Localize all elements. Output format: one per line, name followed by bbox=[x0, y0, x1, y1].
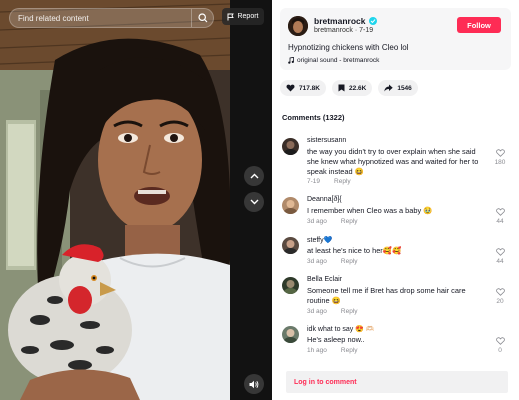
login-to-comment-button[interactable]: Log in to comment bbox=[286, 371, 508, 393]
post-caption: Hypnotizing chickens with Cleo lol bbox=[288, 43, 409, 52]
comment-text: I remember when Cleo was a baby 🥹 bbox=[307, 206, 433, 215]
comment-date: 3d ago bbox=[307, 258, 327, 265]
comment-meta: 7-19 Reply bbox=[307, 178, 351, 185]
reply-button[interactable]: Reply bbox=[341, 308, 358, 315]
sound-label: original sound - bretmanrock bbox=[297, 57, 380, 64]
chevron-up-icon bbox=[250, 173, 258, 179]
video-player[interactable]: Report bbox=[0, 0, 272, 400]
search-button[interactable] bbox=[191, 9, 213, 27]
comment-text: Someone tell me if Bret has drop some ha… bbox=[307, 286, 466, 305]
author-avatar[interactable] bbox=[288, 16, 308, 36]
reply-button[interactable]: Reply bbox=[341, 258, 358, 265]
comments-header: Comments (1322) bbox=[282, 113, 345, 122]
comment-item: steffy💙 at least he's nice to her🥰🥰 3d a… bbox=[282, 236, 512, 270]
avatar-image bbox=[288, 16, 308, 36]
share-count: 1546 bbox=[397, 84, 412, 92]
verified-icon bbox=[368, 17, 377, 25]
speaker-icon bbox=[249, 380, 259, 388]
search-input[interactable] bbox=[18, 13, 178, 23]
previous-video-button[interactable] bbox=[244, 166, 264, 186]
music-note-icon bbox=[288, 57, 294, 64]
reply-button[interactable]: Reply bbox=[341, 347, 358, 354]
report-button[interactable]: Report bbox=[222, 8, 264, 25]
reply-button[interactable]: Reply bbox=[334, 178, 351, 185]
comment-username[interactable]: idk what to say 😍 🫶🏻 bbox=[307, 325, 375, 333]
comment-text: at least he's nice to her🥰🥰 bbox=[307, 246, 402, 255]
save-button[interactable]: 22.6K bbox=[331, 80, 373, 96]
comment-like-count: 44 bbox=[496, 218, 504, 225]
flag-icon bbox=[227, 13, 235, 20]
heart-outline-icon bbox=[495, 288, 505, 296]
next-video-button[interactable] bbox=[244, 192, 264, 212]
comment-meta: 3d ago Reply bbox=[307, 218, 358, 225]
share-arrow-icon bbox=[384, 84, 394, 92]
comment-meta: 3d ago Reply bbox=[307, 258, 358, 265]
comment-like-count: 180 bbox=[494, 159, 506, 166]
comment-like-count: 20 bbox=[496, 298, 504, 305]
author-handle: bretmanrock bbox=[314, 27, 353, 34]
author-card: bretmanrock bretmanrock · 7-19 Follow Hy… bbox=[280, 8, 511, 70]
like-button[interactable]: 717.8K bbox=[280, 80, 326, 96]
action-bar: 717.8K 22.6K 1546 bbox=[280, 80, 418, 96]
reply-button[interactable]: Reply bbox=[341, 218, 358, 225]
comment-avatar[interactable] bbox=[282, 326, 299, 343]
comment-username[interactable]: steffy💙 bbox=[307, 236, 332, 244]
comment-like-count: 44 bbox=[496, 258, 504, 265]
comment-avatar[interactable] bbox=[282, 277, 299, 294]
comment-date: 3d ago bbox=[307, 218, 327, 225]
comment-username[interactable]: sistersusann bbox=[307, 137, 346, 144]
comment-like-button[interactable]: 44 bbox=[490, 248, 510, 265]
heart-outline-icon bbox=[495, 337, 505, 345]
heart-outline-icon bbox=[495, 149, 505, 157]
like-count: 717.8K bbox=[299, 84, 320, 92]
comment-date: 7-19 bbox=[307, 178, 321, 185]
comment-avatar[interactable] bbox=[282, 237, 299, 254]
video-frame bbox=[0, 0, 230, 400]
comment-text: the way you didn't try to over explain w… bbox=[307, 147, 479, 176]
comment-username[interactable]: Deanna[ð]{ bbox=[307, 196, 342, 203]
comment-like-count: 0 bbox=[498, 347, 502, 354]
post-date: 7-19 bbox=[359, 27, 374, 34]
report-label: Report bbox=[237, 13, 259, 20]
comment-like-button[interactable]: 180 bbox=[490, 149, 510, 166]
author-meta: bretmanrock · 7-19 bbox=[314, 27, 373, 34]
chevron-down-icon bbox=[250, 199, 258, 205]
comment-meta: 1h ago Reply bbox=[307, 347, 358, 354]
comment-item: Deanna[ð]{ I remember when Cleo was a ba… bbox=[282, 196, 512, 230]
comment-text: He's asleep now.. bbox=[307, 335, 365, 344]
sound-link[interactable]: original sound - bretmanrock bbox=[288, 57, 379, 64]
comment-date: 3d ago bbox=[307, 308, 327, 315]
comment-item: idk what to say 😍 🫶🏻 He's asleep now.. 1… bbox=[282, 325, 512, 359]
comment-date: 1h ago bbox=[307, 347, 327, 354]
author-username[interactable]: bretmanrock bbox=[314, 16, 366, 26]
comment-item: Bella Eclair Someone tell me if Bret has… bbox=[282, 276, 512, 318]
comment-item: sistersusann the way you didn't try to o… bbox=[282, 137, 512, 187]
heart-outline-icon bbox=[495, 208, 505, 216]
comment-like-button[interactable]: 0 bbox=[490, 337, 510, 354]
search-icon bbox=[197, 13, 207, 23]
heart-outline-icon bbox=[495, 248, 505, 256]
author-name-row: bretmanrock bbox=[314, 16, 377, 26]
comment-meta: 3d ago Reply bbox=[307, 308, 358, 315]
detail-panel: bretmanrock bretmanrock · 7-19 Follow Hy… bbox=[272, 0, 519, 400]
comment-avatar[interactable] bbox=[282, 138, 299, 155]
heart-icon bbox=[286, 84, 295, 92]
comment-username[interactable]: Bella Eclair bbox=[307, 276, 342, 283]
follow-button[interactable]: Follow bbox=[457, 17, 501, 33]
comment-like-button[interactable]: 20 bbox=[490, 288, 510, 305]
comment-avatar[interactable] bbox=[282, 197, 299, 214]
bookmark-icon bbox=[338, 84, 345, 92]
volume-button[interactable] bbox=[244, 374, 264, 394]
search-bar[interactable] bbox=[9, 8, 214, 28]
save-count: 22.6K bbox=[348, 84, 367, 92]
comment-like-button[interactable]: 44 bbox=[490, 208, 510, 225]
share-button[interactable]: 1546 bbox=[378, 80, 418, 96]
